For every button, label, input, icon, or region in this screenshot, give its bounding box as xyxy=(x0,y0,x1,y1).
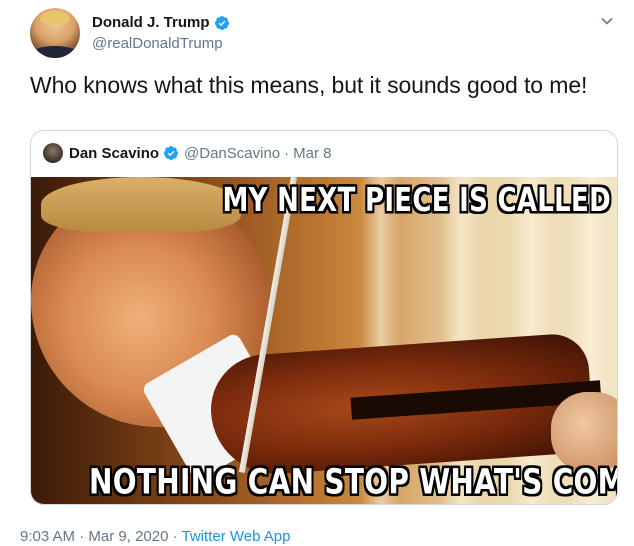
chevron-down-icon[interactable] xyxy=(600,14,614,28)
quoted-author-handle: @DanScavino xyxy=(184,144,281,162)
author-name-row: Donald J. Trump xyxy=(92,14,230,31)
meme-bottom-caption: NOTHING CAN STOP WHAT'S COMING xyxy=(89,460,617,503)
meme-hair xyxy=(41,177,241,232)
author-display-name[interactable]: Donald J. Trump xyxy=(92,14,210,31)
meta-separator: · xyxy=(172,528,178,545)
avatar-suit xyxy=(30,46,80,58)
meme-top-caption: MY NEXT PIECE IS CALLED xyxy=(222,182,611,220)
tweet-text: Who knows what this means, but it sounds… xyxy=(30,72,588,98)
author-handle[interactable]: @realDonaldTrump xyxy=(92,35,223,52)
quoted-date: Mar 8 xyxy=(293,144,332,162)
quoted-author-name: Dan Scavino xyxy=(69,144,160,162)
avatar-hair xyxy=(40,11,70,25)
quoted-author-avatar xyxy=(43,143,63,163)
quoted-separator: · xyxy=(284,144,290,162)
tweet-meta: 9:03 AM · Mar 9, 2020 · Twitter Web App xyxy=(20,528,290,545)
tweet-date[interactable]: Mar 9, 2020 xyxy=(88,528,168,545)
meme-image[interactable]: MY NEXT PIECE IS CALLED NOTHING CAN STOP… xyxy=(31,177,617,504)
tweet-card: Donald J. Trump @realDonaldTrump Who kno… xyxy=(0,0,634,546)
quoted-tweet[interactable]: Dan Scavino @DanScavino · Mar 8 MY NEXT … xyxy=(30,130,618,505)
verified-badge-icon xyxy=(214,15,229,30)
meta-separator: · xyxy=(79,528,85,545)
tweet-time[interactable]: 9:03 AM xyxy=(20,528,75,545)
author-avatar[interactable] xyxy=(30,8,80,58)
quoted-tweet-header: Dan Scavino @DanScavino · Mar 8 xyxy=(43,143,331,163)
verified-badge-icon xyxy=(164,146,179,160)
tweet-source-link[interactable]: Twitter Web App xyxy=(182,528,291,545)
